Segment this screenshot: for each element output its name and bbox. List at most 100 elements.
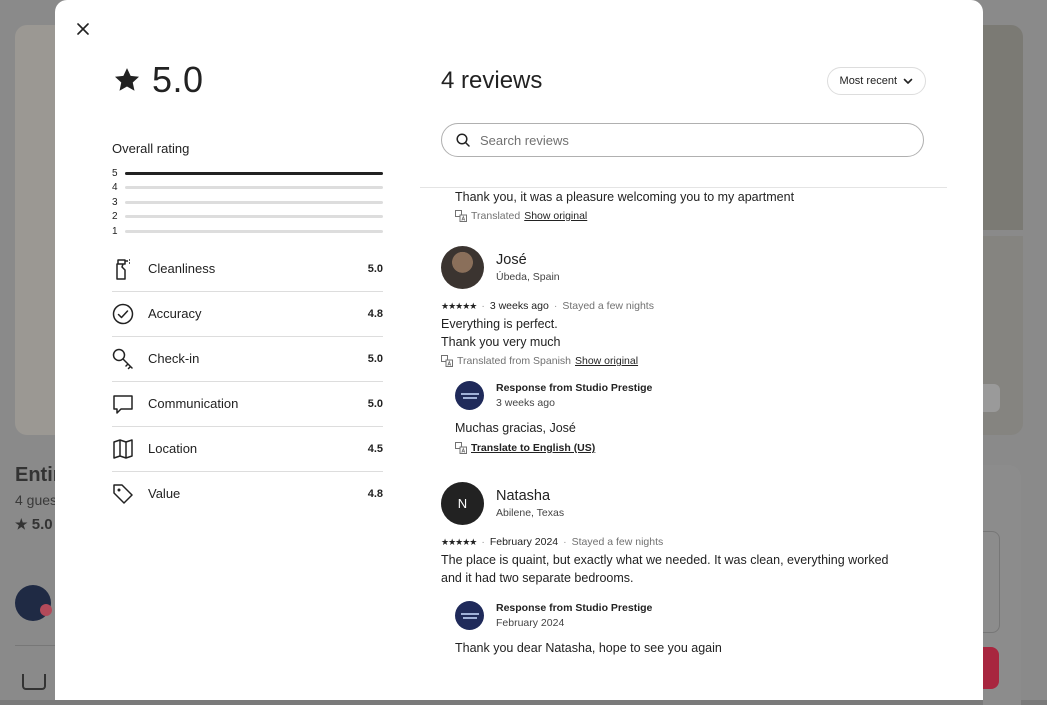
sort-label: Most recent (839, 75, 897, 87)
search-input[interactable] (478, 131, 902, 149)
histogram-bar (125, 186, 383, 190)
response-text: Muchas gracias, José (455, 421, 576, 435)
avatar[interactable] (441, 246, 484, 289)
background-divider (15, 645, 55, 646)
category-label: Check-in (148, 351, 200, 366)
close-button[interactable] (71, 17, 95, 41)
review-text-line: Thank you very much (441, 335, 561, 349)
category-label: Communication (148, 396, 239, 411)
review-meta: ★★★★★ · 3 weeks ago · Stayed a few night… (441, 300, 931, 312)
histogram-bar (125, 215, 383, 219)
studio-logo-icon (460, 392, 479, 399)
histogram-row: 2 (112, 210, 383, 225)
search-box (441, 123, 924, 157)
map-icon (112, 437, 134, 461)
histogram-bar (125, 229, 383, 233)
histogram-label: 2 (112, 211, 118, 223)
show-original-link[interactable]: Show original (575, 355, 638, 367)
translation-note: Translated Show original (455, 210, 931, 222)
listing-photo-right-top (983, 25, 1023, 230)
booking-dates-field (983, 531, 1000, 633)
histogram-bar (125, 171, 383, 175)
tag-icon (112, 482, 134, 506)
response-date: February 2024 (496, 617, 565, 629)
star-icon: ★ (15, 516, 28, 532)
category-score: 4.8 (367, 307, 383, 320)
review-date: February 2024 (489, 536, 559, 548)
overall-score-value: 5.0 (152, 59, 204, 100)
listing-photo-left (15, 25, 55, 435)
response-date: 3 weeks ago (496, 397, 555, 409)
sort-dropdown[interactable]: Most recent (826, 67, 926, 95)
category-score: 5.0 (367, 397, 383, 410)
reviewer-name: José (496, 252, 527, 268)
category-value: Value 4.8 (112, 472, 383, 516)
reserve-button (983, 647, 999, 689)
overall-rating-label: Overall rating (112, 141, 190, 156)
review-date: 3 weeks ago (489, 300, 549, 312)
review-text-line: and it had two separate bedrooms. (441, 571, 634, 585)
chevron-down-icon (903, 78, 913, 84)
response-text: Thank you, it was a pleasure welcoming y… (455, 190, 795, 204)
bath-icon (22, 674, 46, 690)
translated-label: Translated (471, 210, 521, 222)
overall-score: 5.0 (112, 56, 383, 104)
histogram-label: 1 (112, 225, 118, 237)
review-text: The place is quaint, but exactly what we… (441, 551, 931, 587)
category-label: Cleanliness (148, 261, 216, 276)
listing-rating: ★ 5.0 (15, 516, 53, 533)
category-communication: Communication 5.0 (112, 382, 383, 427)
host-response: Response from Studio Prestige February 2… (455, 601, 931, 657)
translation-note: Translated from Spanish Show original (441, 355, 931, 367)
histogram-label: 4 (112, 182, 118, 194)
category-check-in: Check-in 5.0 (112, 337, 383, 382)
response-header: Response from Studio Prestige 3 weeks ag… (455, 381, 931, 410)
response-tail: Thank you, it was a pleasure welcoming y… (455, 188, 931, 222)
histogram-bar (125, 200, 383, 204)
listing-rating-value: 5.0 (31, 516, 53, 533)
translate-icon (441, 355, 453, 367)
reviewer-header: N Natasha Abilene, Texas (441, 482, 931, 525)
search-icon (456, 133, 470, 147)
response-text: Thank you dear Natasha, hope to see you … (455, 641, 722, 655)
separator: · (553, 300, 558, 312)
stay-length: Stayed a few nights (562, 300, 654, 312)
show-original-link[interactable]: Show original (524, 210, 587, 222)
category-cleanliness: Cleanliness 5.0 (112, 247, 383, 292)
check-circle-icon (112, 302, 134, 326)
review-text-line: The place is quaint, but exactly what we… (441, 553, 889, 567)
reviews-feed[interactable]: Thank you, it was a pleasure welcoming y… (441, 188, 931, 657)
host-avatar[interactable] (455, 601, 484, 630)
histogram-label: 5 (112, 167, 118, 179)
separator: · (563, 536, 567, 548)
review-text: Everything is perfect. Thank you very mu… (441, 315, 931, 351)
category-score: 5.0 (367, 352, 383, 365)
response-title: Response from Studio Prestige (496, 602, 653, 614)
histogram-row: 4 (112, 181, 383, 196)
category-label: Accuracy (148, 306, 202, 321)
translate-link[interactable]: Translate to English (US) (471, 442, 595, 454)
histogram-row: 3 (112, 195, 383, 210)
rating-histogram: 5 4 3 2 1 (112, 166, 383, 239)
stay-length: Stayed a few nights (571, 536, 664, 548)
review-item: N Natasha Abilene, Texas ★★★★★ · Februar… (441, 482, 931, 657)
superhost-badge (40, 604, 52, 616)
separator: · (481, 536, 485, 548)
translate-row: Translate to English (US) (455, 442, 931, 454)
translated-label: Translated from Spanish (457, 355, 571, 367)
reviewer-location: Abilene, Texas (496, 507, 565, 519)
reviews-header: 4 reviews Most recent (441, 56, 926, 106)
listing-title: Entir (15, 464, 61, 486)
review-meta: ★★★★★ · February 2024 · Stayed a few nig… (441, 536, 931, 548)
avatar[interactable]: N (441, 482, 484, 525)
host-response: Response from Studio Prestige 3 weeks ag… (455, 381, 931, 454)
category-score: 4.8 (367, 487, 383, 500)
host-avatar[interactable] (455, 381, 484, 410)
category-location: Location 4.5 (112, 427, 383, 472)
histogram-row: 5 (112, 166, 383, 181)
ratings-summary: 5.0 Overall rating 5 4 3 2 1 Cleanliness… (112, 56, 383, 516)
chat-bubble-icon (112, 392, 134, 416)
histogram-label: 3 (112, 196, 118, 208)
category-score: 5.0 (367, 262, 383, 275)
star-rating: ★★★★★ (441, 300, 477, 311)
